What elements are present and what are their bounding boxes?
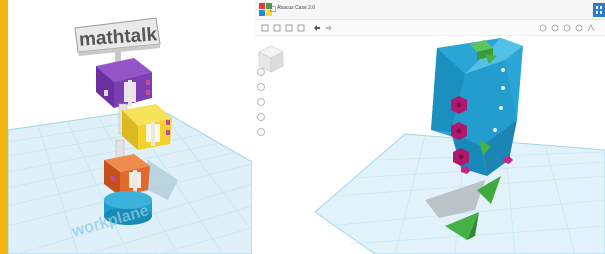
home-view-icon[interactable] bbox=[257, 68, 265, 76]
accent-strip bbox=[0, 0, 8, 254]
right-scene bbox=[258, 38, 605, 254]
zoom-in-icon[interactable] bbox=[257, 98, 265, 106]
left-tool-strip bbox=[257, 68, 265, 143]
zoom-out-icon[interactable] bbox=[257, 113, 265, 121]
fit-view-icon[interactable] bbox=[257, 83, 265, 91]
right-3d-editor[interactable]: Abacus Case 2.0 bbox=[255, 0, 605, 254]
left-3d-viewport[interactable]: mathtalk workplane bbox=[8, 0, 252, 254]
perspective-icon[interactable] bbox=[257, 128, 265, 136]
purple-cube bbox=[96, 58, 152, 108]
